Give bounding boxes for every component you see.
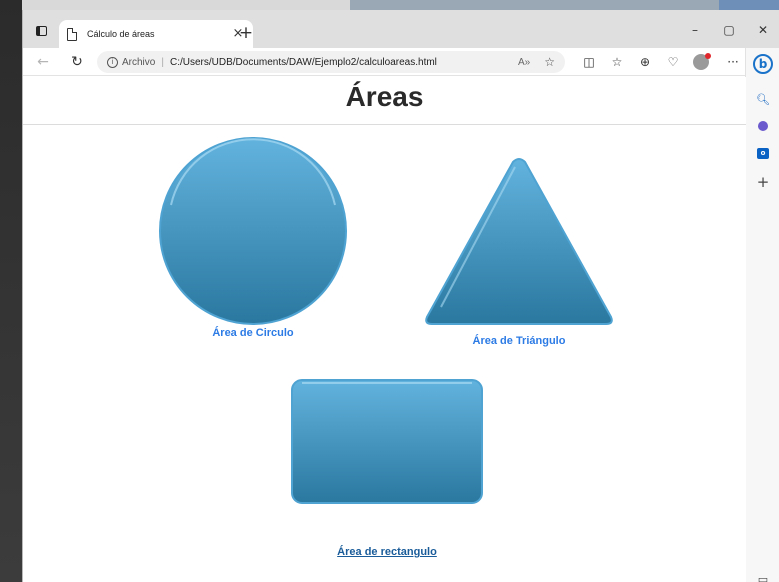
desktop-background-left — [0, 0, 22, 582]
new-tab-button[interactable]: + — [237, 24, 255, 42]
maximize-button[interactable]: ▢ — [712, 22, 746, 38]
address-bar[interactable]: i Archivo | C:/Users/UDB/Documents/DAW/E… — [97, 51, 565, 73]
close-window-button[interactable]: ✕ — [746, 22, 779, 38]
reload-icon[interactable]: ↻ — [67, 52, 87, 72]
tab-calculo-areas[interactable]: Cálculo de áreas × — [59, 20, 253, 48]
navigation-bar: ← ↻ i Archivo | C:/Users/UDB/Documents/D… — [23, 48, 779, 76]
shopping-icon[interactable] — [755, 118, 771, 134]
page-content: Áreas Área de Circulo Área de Triángulo … — [23, 77, 746, 582]
triangle-shape[interactable] — [423, 157, 615, 327]
read-aloud-icon[interactable]: A» — [518, 57, 530, 68]
address-separator: | — [161, 56, 164, 68]
tab-title: Cálculo de áreas — [87, 29, 155, 39]
title-bar: Cálculo de áreas × + – ▢ ✕ — [23, 10, 779, 48]
search-icon[interactable]: 🔍︎ — [755, 92, 771, 108]
circle-shape[interactable] — [157, 135, 349, 327]
add-icon[interactable]: + — [755, 174, 771, 190]
rectangle-area-label[interactable]: Área de rectangulo — [337, 546, 437, 558]
triangle-area-link[interactable]: Área de Triángulo — [423, 157, 615, 347]
more-options-icon[interactable]: ··· — [723, 53, 743, 71]
favorite-star-icon[interactable]: ☆ — [544, 55, 555, 69]
collections-icon[interactable]: ⊕ — [635, 53, 655, 71]
window-controls: – ▢ ✕ — [678, 22, 779, 38]
page-icon — [67, 27, 77, 41]
profile-avatar[interactable] — [693, 53, 711, 70]
sidebar-settings-icon[interactable]: ▭ — [755, 572, 771, 582]
circle-area-link[interactable]: Área de Circulo — [157, 135, 349, 339]
page-title: Áreas — [345, 81, 424, 112]
favorites-icon[interactable]: ☆ — [607, 53, 627, 71]
tab-actions-icon[interactable] — [33, 24, 49, 38]
rectangle-area-svg-link[interactable] — [290, 378, 484, 505]
edge-sidebar: b 🔍︎ o + ▭ — [745, 48, 779, 582]
back-arrow-icon[interactable]: ← — [33, 52, 53, 72]
outlook-icon[interactable]: o — [755, 144, 771, 160]
triangle-area-label[interactable]: Área de Triángulo — [423, 335, 615, 347]
info-icon[interactable]: i — [107, 56, 118, 68]
desktop-background-top — [0, 0, 779, 10]
divider — [23, 124, 746, 125]
url-text[interactable]: C:/Users/UDB/Documents/DAW/Ejemplo2/calc… — [170, 57, 518, 68]
circle-area-label[interactable]: Área de Circulo — [212, 327, 293, 339]
bing-icon[interactable]: b — [753, 54, 773, 74]
minimize-button[interactable]: – — [678, 22, 712, 38]
rectangle-shape[interactable] — [290, 378, 484, 505]
split-screen-icon[interactable]: ◫ — [579, 53, 599, 71]
performance-icon[interactable]: ♡ — [663, 53, 683, 71]
browser-window: Cálculo de áreas × + – ▢ ✕ ← ↻ i Archivo… — [22, 10, 779, 582]
rectangle-area-link[interactable]: Área de rectangulo — [290, 546, 484, 558]
site-label: Archivo — [122, 56, 156, 68]
